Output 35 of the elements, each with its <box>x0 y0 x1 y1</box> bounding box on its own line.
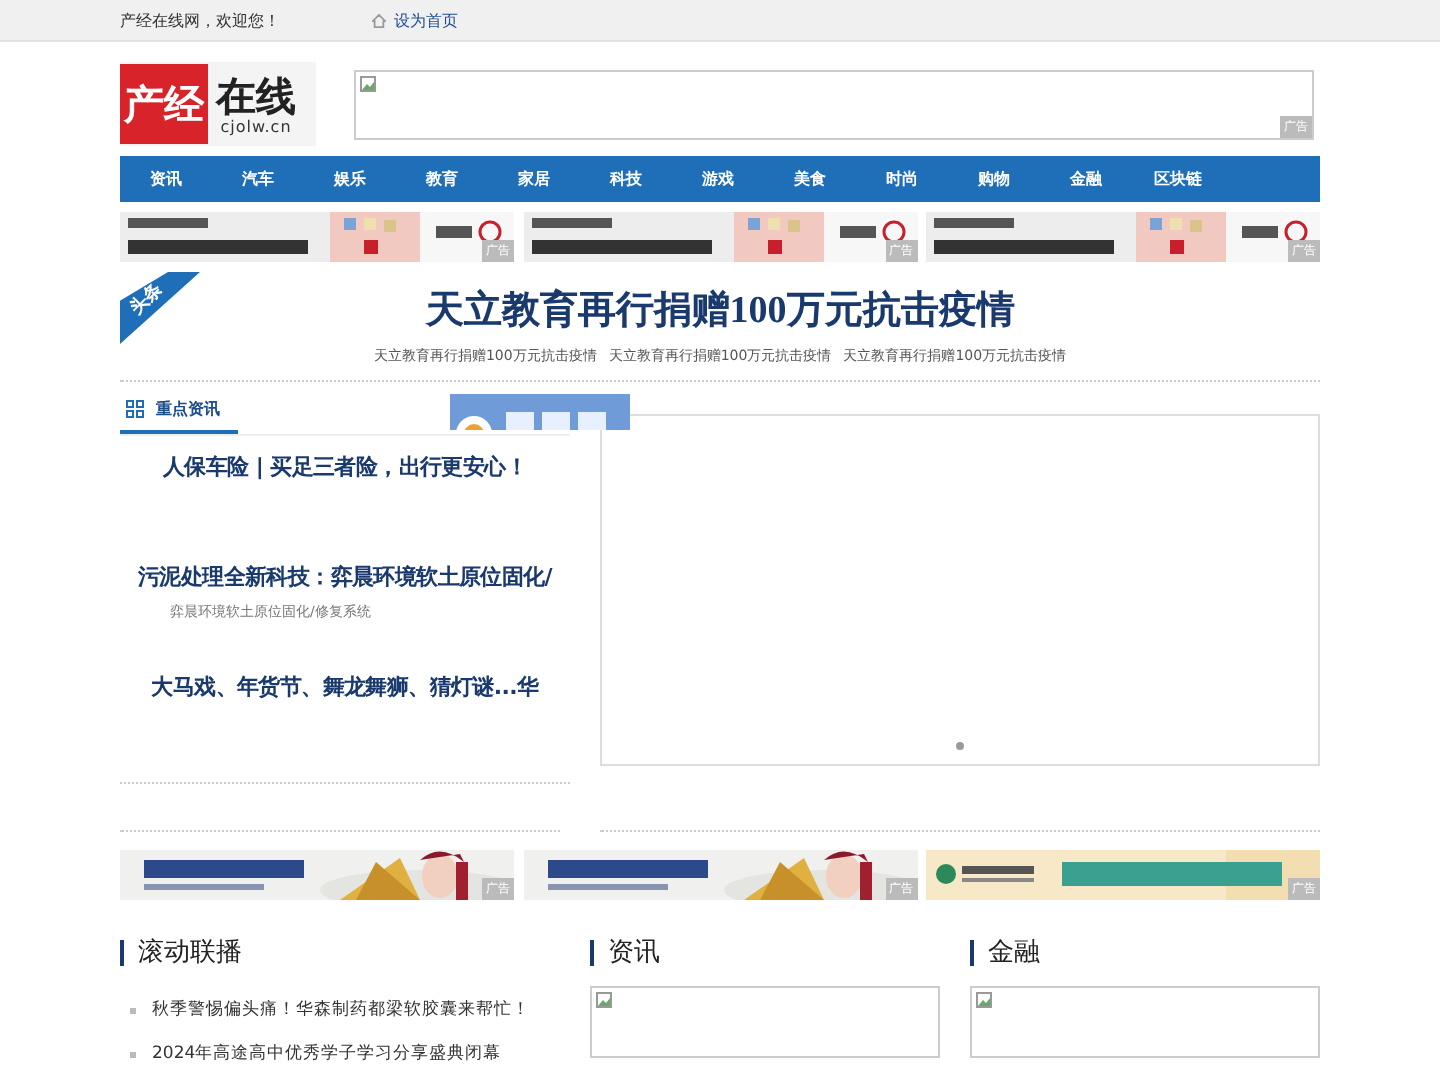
headline-title[interactable]: 天立教育再行捐赠100万元抗击疫情 <box>425 284 1015 336</box>
nav-link[interactable]: 时尚 <box>856 156 948 202</box>
image-placeholder[interactable] <box>970 986 1320 1058</box>
section-title: 滚动联播 <box>120 940 560 966</box>
broken-image-icon <box>596 992 612 1008</box>
news-headline[interactable]: 人保车险 | 买足三者险，出行更安心！ <box>163 452 527 482</box>
bullet-icon <box>130 1051 136 1057</box>
section-title: 金融 <box>970 940 1320 966</box>
nav-link[interactable]: 资讯 <box>120 156 212 202</box>
home-icon <box>372 13 386 27</box>
nav-link[interactable]: 科技 <box>580 156 672 202</box>
nav-link[interactable]: 游戏 <box>672 156 764 202</box>
nav-link[interactable]: 教育 <box>396 156 488 202</box>
nav-link[interactable]: 美食 <box>764 156 856 202</box>
welcome-text: 产经在线网，欢迎您！ <box>120 9 282 31</box>
nav-link[interactable]: 金融 <box>1040 156 1132 202</box>
bullet-icon <box>130 1007 136 1013</box>
section-title: 资讯 <box>590 940 940 966</box>
news-headline[interactable]: 大马戏、年货节、舞龙舞狮、猜灯谜...华 <box>151 672 539 702</box>
grid-icon <box>126 400 144 418</box>
slider-dot[interactable] <box>956 742 964 750</box>
nav-link[interactable]: 购物 <box>948 156 1040 202</box>
nav-link[interactable]: 区块链 <box>1132 156 1224 202</box>
focus-news-tab[interactable]: 重点资讯 <box>120 398 238 434</box>
nav-link[interactable]: 娱乐 <box>304 156 396 202</box>
news-headline[interactable]: 污泥处理全新科技：弈晨环境软土原位固化/ <box>137 562 553 592</box>
news-list-link[interactable]: 秋季警惕偏头痛！华森制药都梁软胶囊来帮忙！ <box>130 998 560 1022</box>
broken-image-icon <box>976 992 992 1008</box>
image-placeholder[interactable] <box>590 986 940 1058</box>
broken-image-icon <box>360 75 376 91</box>
nav-link[interactable]: 汽车 <box>212 156 304 202</box>
set-homepage-link[interactable]: 设为首页 <box>372 9 458 31</box>
news-list-link[interactable]: 2024年高途高中优秀学子学习分享盛典闭幕 <box>130 1042 560 1066</box>
nav-link[interactable]: 家居 <box>488 156 580 202</box>
ribbon-label: 头条 <box>124 277 168 321</box>
